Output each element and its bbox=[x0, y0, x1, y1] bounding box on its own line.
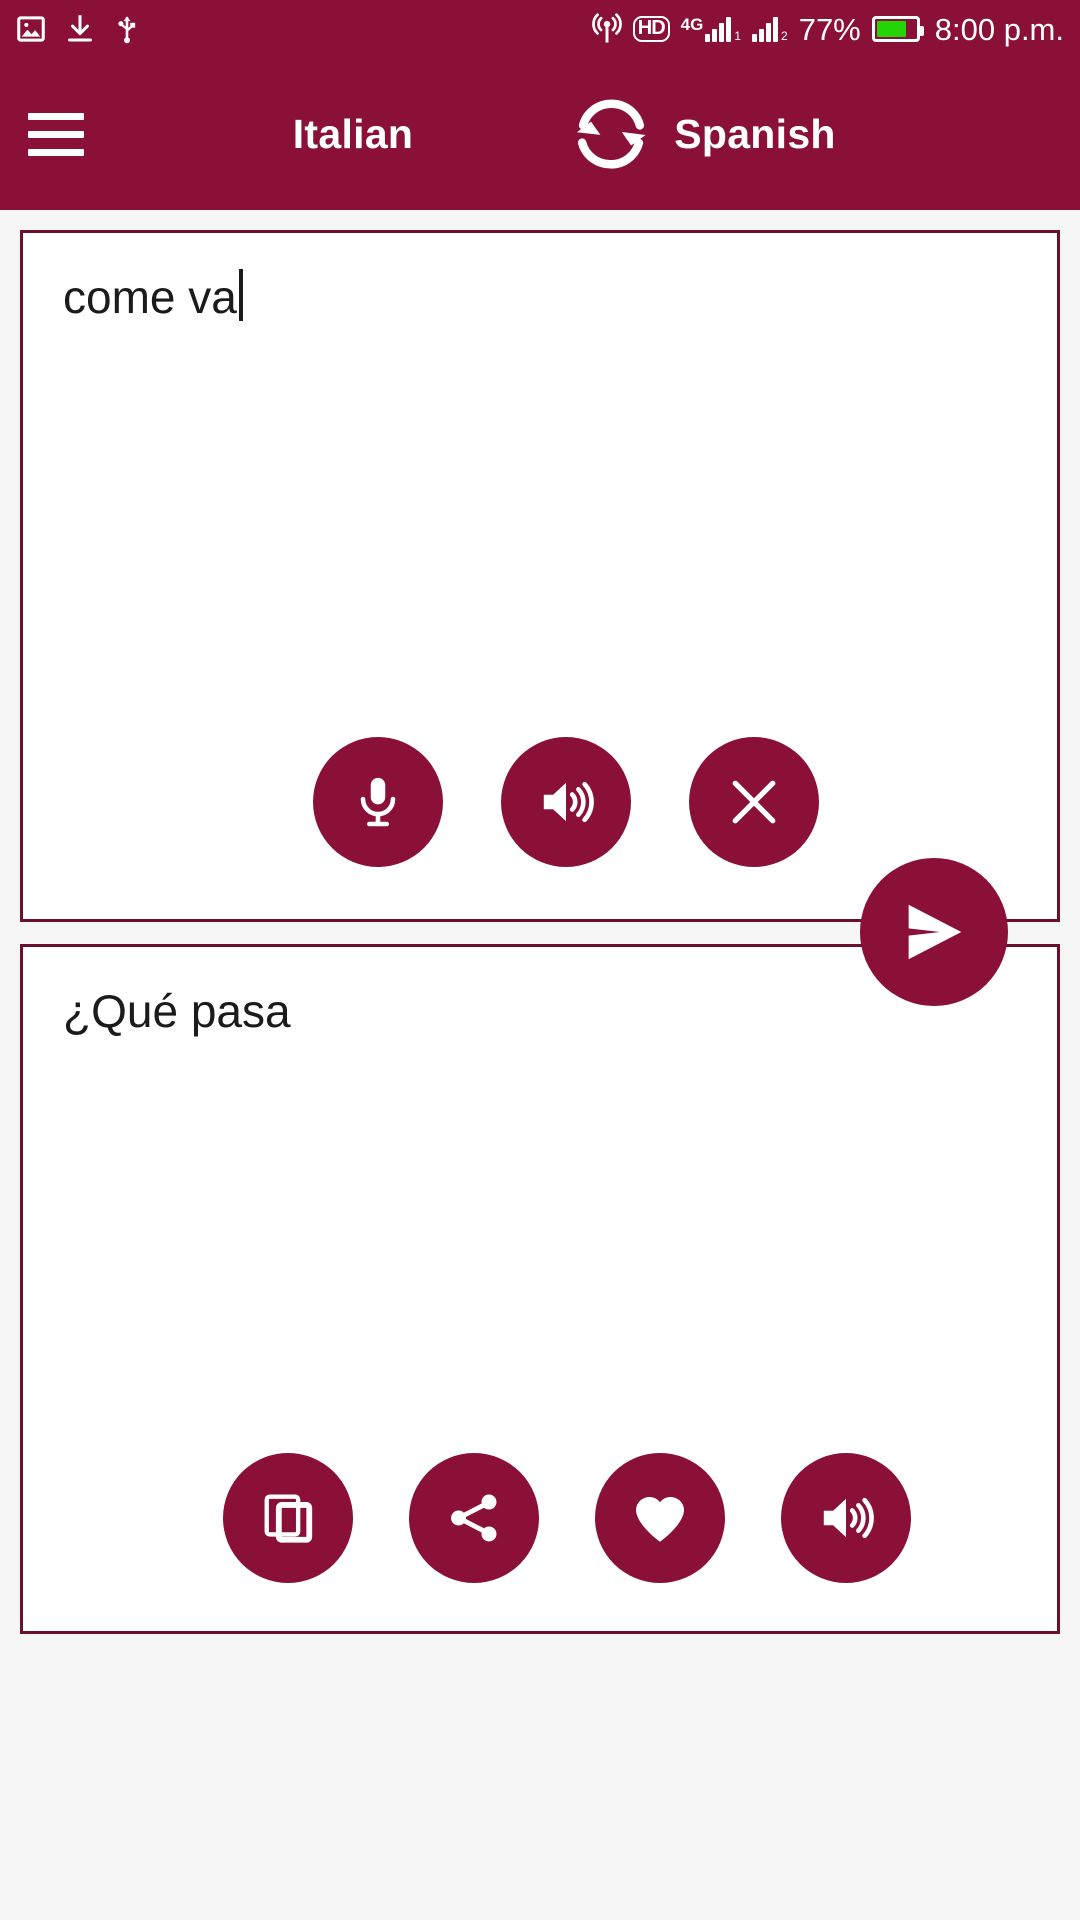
send-button[interactable] bbox=[860, 858, 1008, 1006]
text-cursor bbox=[238, 269, 243, 321]
source-listen-button[interactable] bbox=[501, 737, 631, 867]
menu-bar-3 bbox=[28, 148, 84, 156]
translated-text: ¿Qué pasa bbox=[63, 985, 291, 1037]
source-action-row bbox=[313, 737, 819, 867]
download-icon bbox=[66, 14, 94, 44]
signal-sim2-icon: 2 bbox=[752, 16, 788, 42]
source-text-panel[interactable]: come va bbox=[20, 230, 1060, 922]
copy-button[interactable] bbox=[223, 1453, 353, 1583]
app-screen: HD 4G 1 2 77% 8:00 p.m. Italian Spanish … bbox=[0, 0, 1080, 1920]
menu-bar-1 bbox=[28, 112, 84, 120]
signal-bars-sim1 bbox=[705, 16, 732, 42]
status-bar-left-icons bbox=[16, 14, 140, 44]
battery-fill bbox=[876, 21, 906, 37]
status-bar: HD 4G 1 2 77% 8:00 p.m. bbox=[0, 0, 1080, 58]
source-text-value: come va bbox=[63, 271, 237, 323]
hd-icon: HD bbox=[632, 16, 670, 42]
source-text-input[interactable]: come va bbox=[63, 269, 997, 327]
menu-bar-2 bbox=[28, 130, 84, 138]
hotspot-icon bbox=[591, 13, 622, 45]
target-language-selector[interactable]: Spanish bbox=[630, 111, 880, 158]
signal-sim1-icon: 4G 1 bbox=[681, 16, 741, 42]
clock-label: 8:00 p.m. bbox=[934, 11, 1064, 47]
sim1-label: 1 bbox=[734, 29, 742, 43]
battery-percentage: 77% bbox=[798, 11, 861, 47]
network-type-label: 4G bbox=[680, 15, 704, 34]
sim2-label: 2 bbox=[781, 29, 788, 43]
clear-button[interactable] bbox=[689, 737, 819, 867]
status-bar-right-icons: HD 4G 1 2 77% 8:00 p.m. bbox=[591, 11, 1064, 47]
signal-bars-sim2 bbox=[752, 16, 779, 42]
source-language-selector[interactable]: Italian bbox=[228, 111, 478, 158]
hd-label: HD bbox=[632, 16, 670, 42]
usb-icon bbox=[114, 14, 140, 44]
favorite-button[interactable] bbox=[595, 1453, 725, 1583]
microphone-button[interactable] bbox=[313, 737, 443, 867]
hamburger-menu-icon[interactable] bbox=[28, 90, 116, 178]
battery-icon bbox=[871, 16, 924, 42]
share-button[interactable] bbox=[409, 1453, 539, 1583]
target-action-row bbox=[223, 1453, 911, 1583]
target-listen-button[interactable] bbox=[781, 1453, 911, 1583]
image-icon bbox=[16, 15, 46, 43]
target-text-panel[interactable]: ¿Qué pasa bbox=[20, 944, 1060, 1634]
app-bar: Italian Spanish bbox=[0, 58, 1080, 210]
